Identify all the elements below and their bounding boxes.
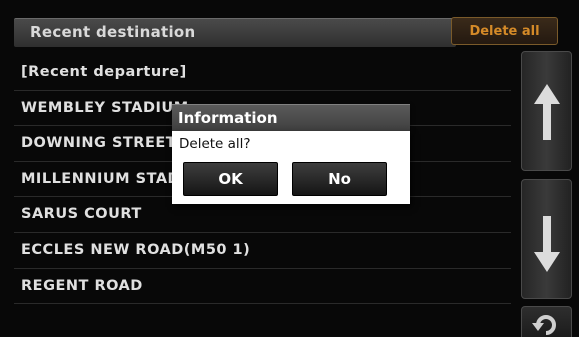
list-header: Recent destination bbox=[14, 18, 456, 47]
dialog-message: Delete all? bbox=[179, 136, 251, 152]
list-item[interactable]: [Recent departure] bbox=[14, 55, 511, 91]
page-title: Recent destination bbox=[30, 23, 196, 41]
arrow-up-icon bbox=[534, 84, 560, 140]
scroll-down-button[interactable] bbox=[521, 179, 572, 299]
no-button[interactable]: No bbox=[292, 162, 387, 196]
back-icon bbox=[532, 315, 556, 335]
arrow-down-icon bbox=[534, 216, 560, 272]
back-button[interactable] bbox=[521, 306, 572, 337]
delete-all-button[interactable]: Delete all bbox=[451, 17, 558, 45]
scroll-up-button[interactable] bbox=[521, 51, 572, 171]
dialog-title-bar: Information bbox=[172, 104, 410, 132]
dialog-title: Information bbox=[178, 109, 278, 127]
list-item[interactable]: ECCLES NEW ROAD(M50 1) bbox=[14, 233, 511, 269]
navigation-screen: Recent destination Delete all [Recent de… bbox=[0, 0, 579, 337]
confirm-dialog: Delete all? OK No bbox=[172, 131, 410, 204]
ok-button[interactable]: OK bbox=[183, 162, 278, 196]
list-item[interactable]: REGENT ROAD bbox=[14, 269, 511, 305]
